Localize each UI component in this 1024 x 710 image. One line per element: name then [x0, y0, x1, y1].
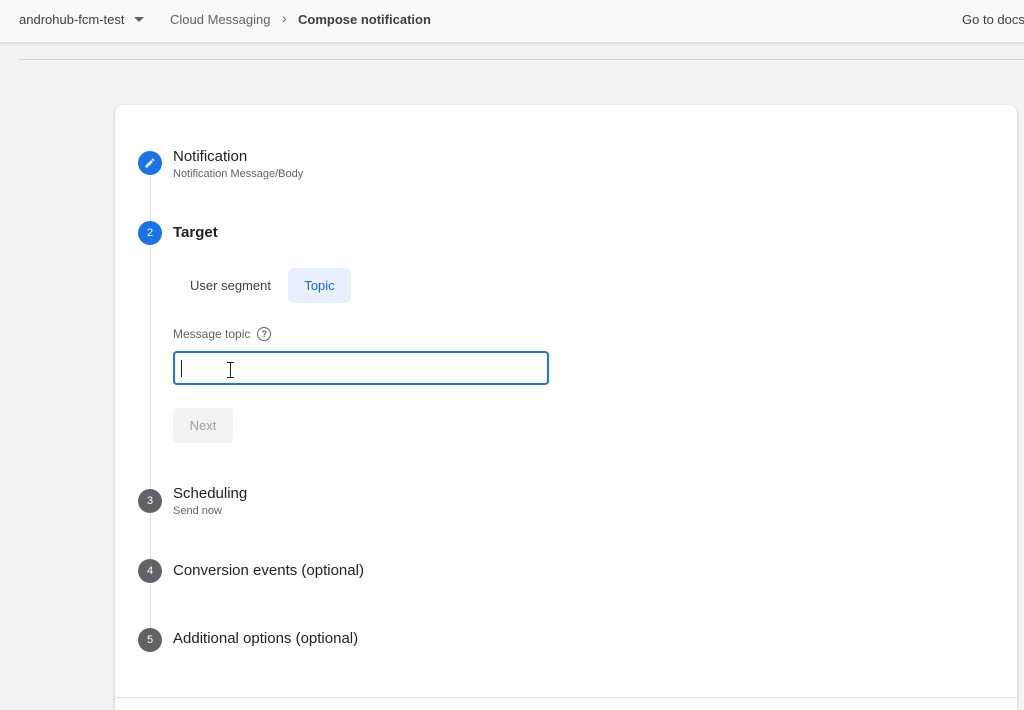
help-circle-icon[interactable]: ?	[257, 327, 272, 341]
step-4-title[interactable]: Conversion events (optional)	[173, 562, 364, 579]
breadcrumb-cloud-messaging[interactable]: Cloud Messaging	[170, 12, 270, 27]
stepper-line	[150, 514, 151, 560]
chevron-down-icon	[133, 17, 144, 22]
compose-card	[115, 105, 1017, 710]
ibeam-cursor-icon	[226, 362, 235, 378]
text-caret	[181, 360, 182, 377]
step-3-subtitle: Send now	[173, 505, 222, 517]
page-divider	[19, 59, 1024, 60]
stepper-line	[150, 247, 151, 490]
step-1-marker	[138, 151, 162, 175]
project-selector[interactable]: androhub-fcm-test	[19, 12, 144, 27]
stepper-line	[150, 584, 151, 629]
tab-user-segment[interactable]: User segment	[175, 268, 286, 303]
message-topic-label: Message topic ?	[173, 327, 272, 341]
top-bar: androhub-fcm-test Cloud Messaging › Comp…	[0, 0, 1024, 43]
stepper-line	[150, 177, 151, 224]
step-4-marker: 4	[138, 559, 162, 583]
step-2-marker: 2	[138, 221, 162, 245]
step-3-title[interactable]: Scheduling	[173, 485, 247, 502]
pencil-icon	[145, 158, 155, 168]
step-2-title[interactable]: Target	[173, 224, 218, 241]
step-5-marker: 5	[138, 628, 162, 652]
card-footer-divider	[115, 697, 1017, 698]
step-1-subtitle: Notification Message/Body	[173, 168, 304, 180]
message-topic-label-text: Message topic	[173, 327, 251, 341]
tab-topic[interactable]: Topic	[288, 268, 351, 303]
step-5-title[interactable]: Additional options (optional)	[173, 630, 358, 647]
breadcrumb-current: Compose notification	[298, 12, 431, 27]
next-button[interactable]: Next	[173, 408, 233, 443]
step-3-marker: 3	[138, 489, 162, 513]
go-to-docs-link[interactable]: Go to docs	[962, 12, 1024, 27]
step-1-title[interactable]: Notification	[173, 148, 247, 165]
project-name: androhub-fcm-test	[19, 12, 125, 27]
breadcrumb-separator: ›	[282, 10, 287, 26]
